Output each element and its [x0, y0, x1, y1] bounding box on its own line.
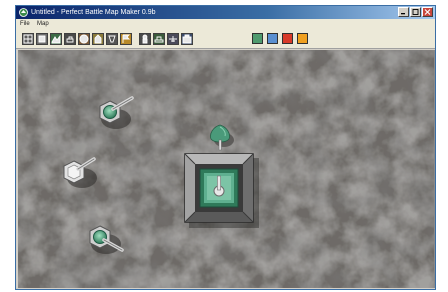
close-button[interactable]: [422, 7, 433, 17]
toolbar: [16, 29, 435, 49]
plane-icon: [169, 36, 177, 42]
grid-icon: [23, 34, 33, 44]
maximize-button[interactable]: [410, 7, 421, 17]
map-canvas[interactable]: [18, 50, 434, 288]
base-icon: [182, 34, 192, 44]
unit-tool[interactable]: [78, 33, 90, 45]
flag-icon: [122, 34, 131, 43]
minimize-icon: [401, 13, 405, 15]
green-swatch[interactable]: [252, 33, 263, 44]
building-tool[interactable]: [92, 33, 104, 45]
window-title: Untitled - Perfect Battle Map Maker 0.9b: [31, 9, 156, 16]
map-app-icon: [19, 8, 28, 17]
menu-map[interactable]: Map: [37, 19, 49, 29]
map-svg: [18, 50, 434, 288]
plane-tool[interactable]: [167, 33, 179, 45]
building-icon: [94, 34, 102, 44]
close-icon: [424, 9, 431, 15]
tank-icon: [66, 36, 74, 43]
app-window: Untitled - Perfect Battle Map Maker 0.9b…: [15, 5, 436, 290]
vehicle-icon: [154, 36, 164, 43]
window-controls: [398, 7, 433, 18]
object-icon: [108, 35, 116, 43]
maximize-icon: [412, 9, 419, 15]
soldier-icon: [142, 34, 148, 44]
terrain-icon: [51, 34, 61, 44]
flag-tool[interactable]: [120, 33, 132, 45]
grid-tool[interactable]: [22, 33, 34, 45]
terrain-tool[interactable]: [50, 33, 62, 45]
title-bar[interactable]: Untitled - Perfect Battle Map Maker 0.9b: [16, 6, 435, 19]
unit-icon: [79, 34, 89, 44]
layer-tool[interactable]: [36, 33, 48, 45]
soldier-tool[interactable]: [139, 33, 151, 45]
menu-file[interactable]: File: [20, 19, 30, 29]
red-swatch[interactable]: [282, 33, 293, 44]
canvas-edge: [434, 50, 435, 288]
vehicle-tool[interactable]: [153, 33, 165, 45]
blue-swatch[interactable]: [267, 33, 278, 44]
minimize-button[interactable]: [398, 7, 409, 17]
object-tool[interactable]: [106, 33, 118, 45]
base-tool[interactable]: [181, 33, 193, 45]
orange-swatch[interactable]: [297, 33, 308, 44]
tank-tool[interactable]: [64, 33, 76, 45]
layer-icon: [38, 35, 46, 43]
command-base[interactable]: [184, 153, 259, 228]
menu-bar: File Map: [16, 19, 435, 29]
